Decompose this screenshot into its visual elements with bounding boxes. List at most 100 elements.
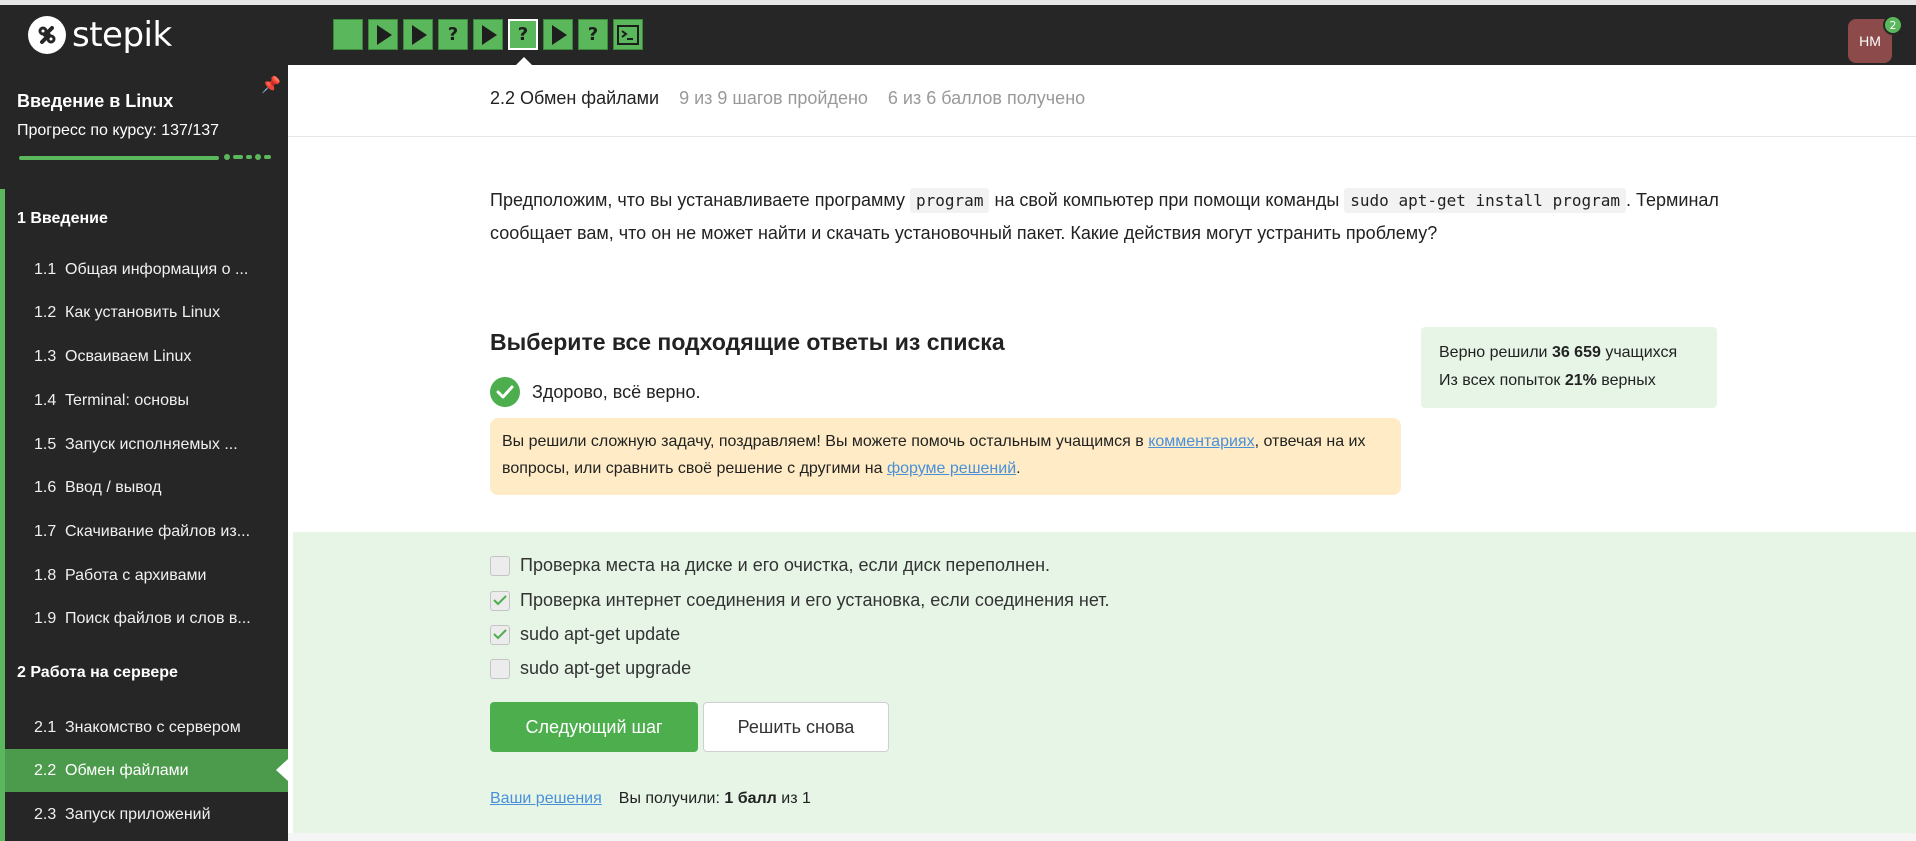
course-title[interactable]: Введение в Linux (17, 91, 173, 112)
next-step-button[interactable]: Следующий шаг (490, 702, 698, 752)
lesson-number: 1.2 (34, 303, 57, 321)
checkbox-unchecked[interactable] (490, 658, 510, 679)
option-label: Проверка интернет соединения и его устан… (520, 590, 1110, 610)
lesson-number: 1.9 (34, 609, 57, 627)
your-solutions-link[interactable]: Ваши решения (490, 790, 602, 808)
score-label: Вы получили: (618, 790, 725, 807)
step-1[interactable] (333, 19, 363, 50)
lesson-1-6[interactable]: 1.6 Ввод / вывод (5, 466, 288, 509)
option-internet-check[interactable]: Проверка интернет соединения и его устан… (490, 590, 1110, 611)
checkbox-checked[interactable] (490, 590, 510, 611)
choose-title: Выберите все подходящие ответы из списка (490, 329, 1005, 355)
lesson-1-5[interactable]: 1.5 Запуск исполняемых ... (5, 423, 288, 466)
stats-label: Из всех попыток (1439, 372, 1565, 389)
lesson-1-1[interactable]: 1.1 Общая информация о ... (5, 248, 288, 291)
checkmark-icon (493, 595, 507, 606)
lesson-1-8[interactable]: 1.8 Работа с архивами (5, 554, 288, 597)
course-progress-bar (19, 156, 219, 160)
lesson-number: 1.1 (34, 260, 57, 278)
lesson-title: Работа с архивами (65, 566, 207, 584)
lesson-1-2[interactable]: 1.2 Как установить Linux (5, 291, 288, 334)
lesson-title: Скачивание файлов из... (65, 522, 251, 540)
stats-label: учащихся (1600, 344, 1678, 361)
lesson-2-2-active[interactable]: 2.2 Обмен файлами (5, 749, 288, 792)
lesson-title: Как установить Linux (65, 303, 221, 321)
correct-feedback: Здорово, всё верно. (490, 377, 701, 407)
lesson-title: Ввод / вывод (65, 478, 162, 496)
question-icon: ? (587, 24, 599, 45)
lesson-number: 2.1 (34, 718, 57, 736)
score-value: 1 балл (724, 790, 777, 807)
notice-text: Вы решили сложную задачу, поздравляем! В… (502, 433, 1149, 450)
step-6-current[interactable]: ? (508, 19, 538, 50)
lesson-number: 1.5 (34, 435, 57, 453)
congrats-notice: Вы решили сложную задачу, поздравляем! В… (490, 418, 1401, 495)
header-divider (288, 136, 1916, 137)
checkmark-icon (493, 629, 507, 640)
checkbox-unchecked[interactable] (490, 555, 510, 576)
step-4[interactable]: ? (438, 19, 468, 50)
check-circle-icon (490, 377, 520, 407)
question-icon: ? (517, 24, 529, 45)
option-disk-check[interactable]: Проверка места на диске и его очистка, е… (490, 555, 1050, 576)
stats-label: верных (1596, 372, 1656, 389)
stats-label: Верно решили (1439, 344, 1552, 361)
lesson-1-7[interactable]: 1.7 Скачивание файлов из... (5, 510, 288, 553)
lesson-title: Terminal: основы (65, 391, 189, 409)
success-rate-line: Из всех попыток 21% верных (1439, 367, 1699, 395)
lesson-title: Общая информация о ... (65, 260, 249, 278)
code-snippet: sudo apt-get install program (1344, 188, 1626, 213)
stepik-logo[interactable]: stepik (28, 13, 172, 57)
option-apt-update[interactable]: sudo apt-get update (490, 624, 680, 645)
lesson-2-3[interactable]: 2.3 Запуск приложений (5, 793, 288, 836)
lesson-1-9[interactable]: 1.9 Поиск файлов и слов в... (5, 597, 288, 640)
pin-icon[interactable]: 📌 (261, 75, 281, 94)
success-rate: 21% (1564, 372, 1597, 389)
step-5[interactable] (473, 19, 503, 50)
lesson-title: 2.2 Обмен файлами (490, 88, 660, 108)
stats-box: Верно решили 36 659 учащихся Из всех поп… (1421, 327, 1717, 408)
lesson-title: Знакомство с сервером (65, 718, 241, 736)
option-label: sudo apt-get update (520, 624, 681, 644)
solved-count: 36 659 (1551, 344, 1601, 361)
play-icon (377, 24, 392, 45)
lesson-header: 2.2 Обмен файлами 9 из 9 шагов пройдено … (490, 88, 1085, 109)
question-part: Предположим, что вы устанавливаете прогр… (490, 190, 911, 210)
step-7[interactable] (543, 19, 573, 50)
notice-text: . (1016, 460, 1021, 477)
current-step-pointer (512, 57, 536, 69)
course-sidebar: 📌 Введение в Linux Прогресс по курсу: 13… (0, 65, 288, 841)
play-icon (552, 24, 567, 45)
terminal-icon (617, 24, 639, 45)
lesson-1-4[interactable]: 1.4 Terminal: основы (5, 379, 288, 422)
score-label: из 1 (776, 790, 811, 807)
step-3[interactable] (403, 19, 433, 50)
lesson-title: Поиск файлов и слов в... (65, 609, 251, 627)
lesson-title: Осваиваем Linux (65, 347, 192, 365)
lesson-2-1[interactable]: 2.1 Знакомство с сервером (5, 706, 288, 749)
lesson-number: 2.2 (34, 761, 57, 779)
notification-badge: 2 (1883, 15, 1903, 35)
lesson-title: Запуск приложений (65, 805, 211, 823)
top-header: stepik ? ? ? HM 2 (0, 5, 1916, 69)
step-9[interactable] (613, 19, 643, 50)
lesson-title: Обмен файлами (65, 761, 189, 779)
question-part: на свой компьютер при помощи команды (989, 190, 1345, 210)
checkbox-checked[interactable] (490, 624, 510, 645)
lesson-1-3[interactable]: 1.3 Осваиваем Linux (5, 335, 288, 378)
solutions-forum-link[interactable]: форуме решений (887, 460, 1016, 477)
section-2[interactable]: 2 Работа на сервере (17, 664, 178, 682)
retry-button[interactable]: Решить снова (703, 702, 889, 752)
option-label: Проверка места на диске и его очистка, е… (520, 555, 1051, 575)
comments-link[interactable]: комментариях (1148, 433, 1254, 450)
lesson-number: 1.4 (34, 391, 57, 409)
correct-message: Здорово, всё верно. (532, 381, 701, 402)
lesson-number: 1.3 (34, 347, 57, 365)
brand-name: stepik (72, 15, 172, 55)
section-1[interactable]: 1 Введение (17, 210, 108, 228)
step-2[interactable] (368, 19, 398, 50)
steps-done-text: 9 из 9 шагов пройдено (679, 88, 868, 108)
lesson-title: Запуск исполняемых ... (65, 435, 238, 453)
step-8[interactable]: ? (578, 19, 608, 50)
option-apt-upgrade[interactable]: sudo apt-get upgrade (490, 658, 691, 679)
